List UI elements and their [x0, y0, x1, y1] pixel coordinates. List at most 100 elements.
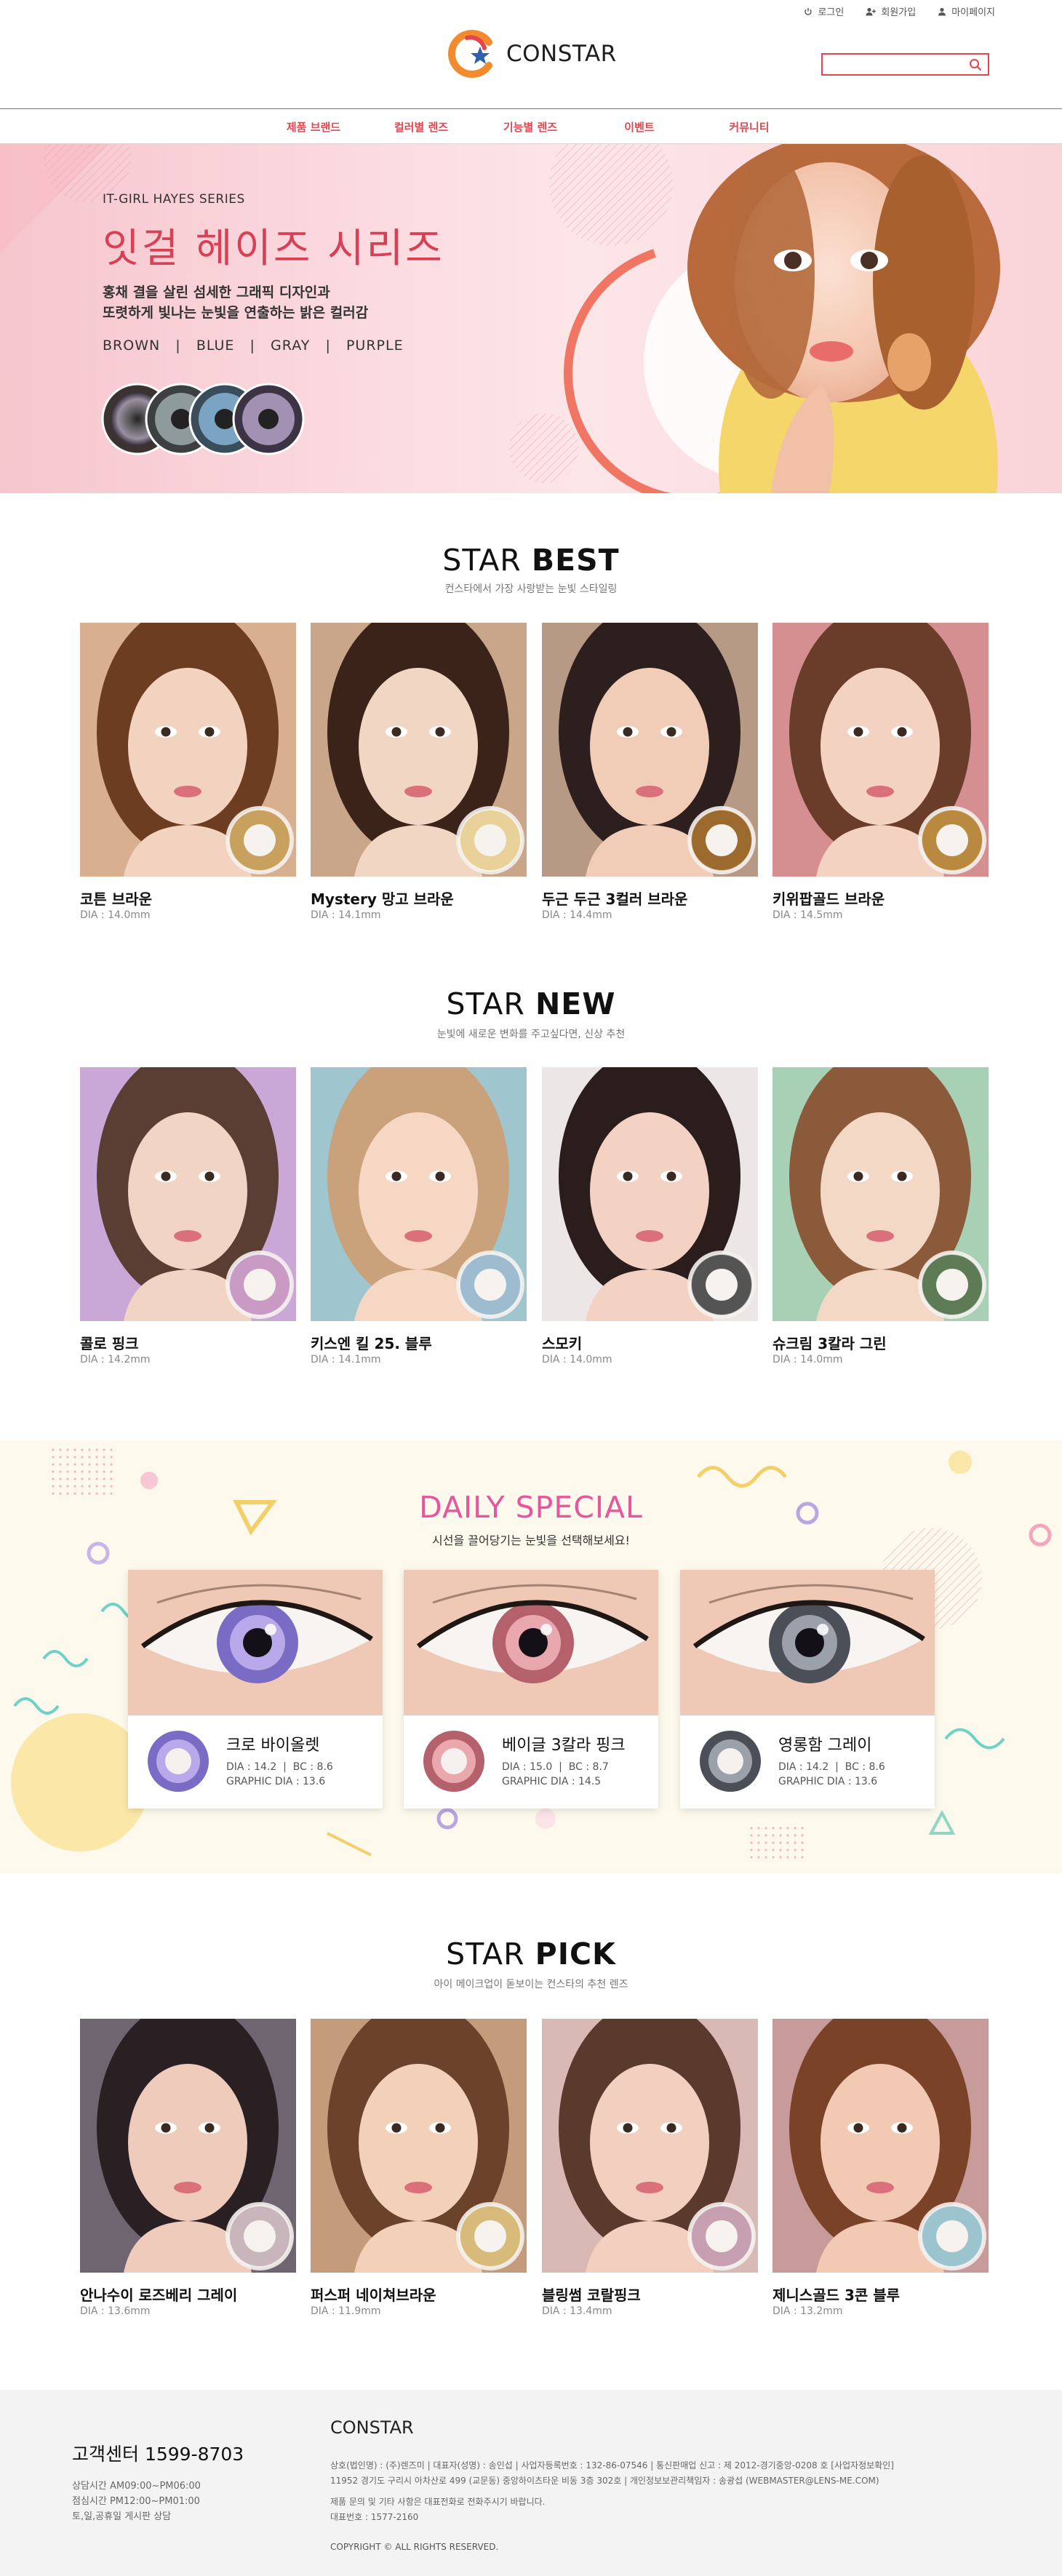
power-icon — [805, 7, 813, 15]
product-card[interactable]: 제니스골드 3콘 블루 DIA : 13.2mm — [772, 2019, 989, 2317]
eye-photo[interactable] — [680, 1570, 935, 1715]
product-photo[interactable] — [80, 1067, 296, 1321]
spec-line: DIA : 14.2 | BC : 8.6 — [778, 1761, 885, 1773]
new-section-title: STAR NEW — [0, 986, 1062, 1021]
hero-lens-swatches — [101, 383, 305, 455]
company-info: 상호(법인명) : (주)렌즈미 | 대표자(성명) : 송인섭 | 사업자등록… — [330, 2458, 894, 2525]
lens-swatch — [700, 1731, 761, 1792]
product-card[interactable]: 안나수이 로즈베리 그레이 DIA : 13.6mm — [80, 2019, 296, 2317]
best-section-title: STAR BEST — [0, 543, 1062, 578]
nav-item-color[interactable]: 컬러별 렌즈 — [394, 119, 448, 135]
product-dia: DIA : 14.5mm — [772, 909, 843, 921]
product-photo[interactable] — [80, 623, 296, 877]
product-name[interactable]: 키스엔 킬 25. 블루 — [311, 1332, 432, 1353]
daily-product-name[interactable]: 베이글 3칼라 핑크 — [502, 1732, 626, 1755]
product-card[interactable]: 키위팝골드 브라운 DIA : 14.5mm — [772, 623, 989, 921]
product-name[interactable]: 블링썸 코랄핑크 — [542, 2284, 641, 2305]
customer-center-title: 고객센터 1599-8703 — [72, 2444, 244, 2465]
site-header: 로그인 회원가입 마이페이지 CONSTAR — [0, 0, 1062, 109]
hours-line: 상담시간 AM09:00~PM06:00 — [72, 2481, 201, 2492]
daily-product-name[interactable]: 영롱함 그레이 — [778, 1732, 871, 1755]
product-name[interactable]: 안나수이 로즈베리 그레이 — [80, 2284, 237, 2305]
search-input[interactable] — [823, 55, 961, 74]
customer-center-hours: 상담시간 AM09:00~PM06:00 점심시간 PM12:00~PM01:0… — [72, 2479, 201, 2524]
nav-item-function[interactable]: 기능별 렌즈 — [503, 119, 557, 135]
product-card[interactable]: 키스엔 킬 25. 블루 DIA : 14.1mm — [311, 1067, 527, 1365]
product-name[interactable]: 퍼스퍼 네이쳐브라운 — [311, 2284, 436, 2305]
product-card[interactable]: 코튼 브라운 DIA : 14.0mm — [80, 623, 296, 921]
best-title-light: STAR — [442, 543, 532, 578]
constar-logo-icon — [448, 30, 492, 78]
product-card[interactable]: Mystery 망고 브라운 DIA : 14.1mm — [311, 623, 527, 921]
product-photo[interactable] — [772, 623, 989, 877]
product-photo[interactable] — [772, 2019, 989, 2273]
login-link[interactable]: 로그인 — [804, 4, 844, 18]
product-name[interactable]: 스모키 — [542, 1332, 582, 1353]
product-name[interactable]: 슈크림 3칼라 그린 — [772, 1332, 887, 1353]
hero-subtitle: IT-GIRL HAYES SERIES — [103, 192, 245, 207]
mypage-label: 마이페이지 — [951, 7, 995, 18]
product-card[interactable]: 스모키 DIA : 14.0mm — [542, 1067, 758, 1365]
daily-card[interactable]: 베이글 3칼라 핑크 DIA : 15.0 | BC : 8.7 GRAPHIC… — [404, 1570, 658, 1809]
product-card[interactable]: 블링썸 코랄핑크 DIA : 13.4mm — [542, 2019, 758, 2317]
mypage-link[interactable]: 마이페이지 — [938, 4, 995, 18]
product-name[interactable]: 두근 두근 3컬러 브라운 — [542, 888, 687, 909]
product-photo[interactable] — [311, 2019, 527, 2273]
daily-card[interactable]: 크로 바이올렛 DIA : 14.2 | BC : 8.6 GRAPHIC DI… — [128, 1570, 383, 1809]
daily-card[interactable]: 영롱함 그레이 DIA : 14.2 | BC : 8.6 GRAPHIC DI… — [680, 1570, 935, 1809]
signup-label: 회원가입 — [881, 7, 917, 18]
spec-line: GRAPHIC DIA : 13.6 — [778, 1776, 878, 1787]
new-title-bold: NEW — [535, 986, 616, 1021]
product-card[interactable]: 슈크림 3칼라 그린 DIA : 14.0mm — [772, 1067, 989, 1365]
new-title-light: STAR — [446, 986, 535, 1021]
nav-item-community[interactable]: 커뮤니티 — [729, 119, 769, 135]
best-title-bold: BEST — [531, 543, 620, 578]
hero-description: 홍채 결을 살린 섬세한 그래픽 디자인과 또렷하게 빛나는 눈빛을 연출하는 … — [103, 282, 368, 323]
daily-product-spec: DIA : 14.2 | BC : 8.6 GRAPHIC DIA : 13.6 — [226, 1760, 333, 1789]
site-logo[interactable]: CONSTAR — [447, 28, 617, 80]
lens-swatch — [148, 1731, 209, 1792]
user-icon — [938, 7, 946, 15]
product-dia: DIA : 11.9mm — [311, 2305, 381, 2317]
product-photo[interactable] — [311, 1067, 527, 1321]
company-info-line: 대표번호 : 1577-2160 — [330, 2512, 419, 2522]
product-photo[interactable] — [772, 1067, 989, 1321]
pick-section-subtitle: 아이 메이크업이 돋보이는 컨스타의 추천 렌즈 — [434, 1979, 628, 1990]
hero-title: 잇걸 헤이즈 시리즈 — [103, 225, 444, 271]
login-label: 로그인 — [818, 7, 845, 18]
spec-line: DIA : 14.2 | BC : 8.6 — [226, 1761, 333, 1773]
daily-product-spec: DIA : 15.0 | BC : 8.7 GRAPHIC DIA : 14.5 — [502, 1760, 609, 1789]
daily-title: DAILY SPECIAL — [419, 1490, 643, 1525]
product-dia: DIA : 13.6mm — [80, 2305, 151, 2317]
search-box — [821, 53, 989, 76]
product-name[interactable]: Mystery 망고 브라운 — [311, 888, 454, 909]
product-photo[interactable] — [311, 623, 527, 877]
eye-photo[interactable] — [128, 1570, 383, 1715]
eye-photo[interactable] — [404, 1570, 658, 1715]
product-photo[interactable] — [542, 623, 758, 877]
signup-link[interactable]: 회원가입 — [866, 4, 916, 18]
product-card[interactable]: 두근 두근 3컬러 브라운 DIA : 14.4mm — [542, 623, 758, 921]
product-name[interactable]: 코튼 브라운 — [80, 888, 152, 909]
lens-swatch — [423, 1731, 484, 1792]
nav-item-event[interactable]: 이벤트 — [624, 119, 654, 135]
company-info-line: 제품 문의 및 기타 사항은 대표전화로 전화주시기 바랍니다. — [330, 2497, 546, 2507]
hero-banner[interactable]: IT-GIRL HAYES SERIES 잇걸 헤이즈 시리즈 홍채 결을 살린… — [0, 144, 1062, 493]
nav-item-brand[interactable]: 제품 브랜드 — [287, 119, 340, 135]
product-dia: DIA : 13.4mm — [542, 2305, 612, 2317]
product-photo[interactable] — [542, 1067, 758, 1321]
product-card[interactable]: 퍼스퍼 네이쳐브라운 DIA : 11.9mm — [311, 2019, 527, 2317]
daily-product-spec: DIA : 14.2 | BC : 8.6 GRAPHIC DIA : 13.6 — [778, 1760, 885, 1789]
product-card[interactable]: 콜로 핑크 DIA : 14.2mm — [80, 1067, 296, 1365]
pick-title-bold: PICK — [535, 1937, 616, 1971]
product-photo[interactable] — [80, 2019, 296, 2273]
search-icon[interactable] — [969, 58, 982, 71]
daily-product-name[interactable]: 크로 바이올렛 — [226, 1732, 319, 1755]
product-name[interactable]: 제니스골드 3콘 블루 — [772, 2284, 900, 2305]
hero-color-options: BROWN | BLUE | GRAY | PURPLE — [103, 338, 404, 354]
spec-line: GRAPHIC DIA : 13.6 — [226, 1776, 326, 1787]
product-name[interactable]: 콜로 핑크 — [80, 1332, 139, 1353]
product-name[interactable]: 키위팝골드 브라운 — [772, 888, 885, 909]
copyright: COPYRIGHT © ALL RIGHTS RESERVED. — [330, 2542, 499, 2552]
product-photo[interactable] — [542, 2019, 758, 2273]
